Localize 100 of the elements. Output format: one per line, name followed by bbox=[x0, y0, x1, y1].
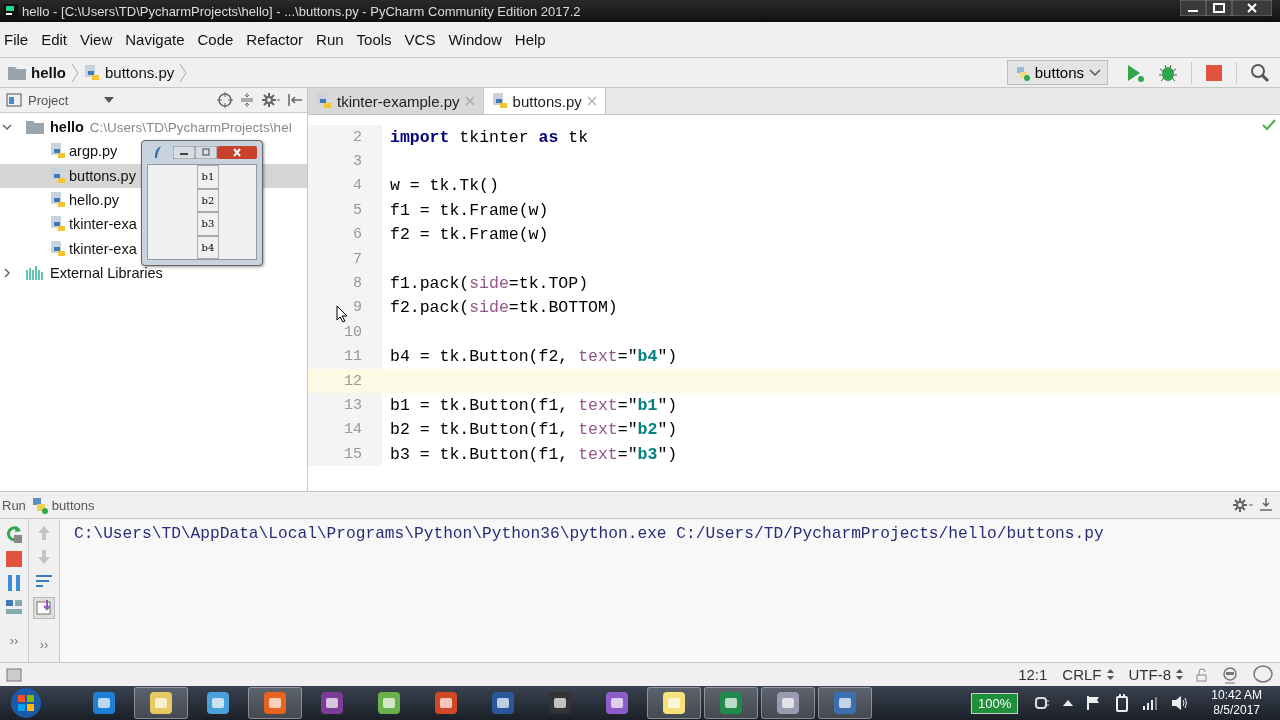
panel-title: Run bbox=[2, 497, 26, 513]
tree-item[interactable]: tkinter-exa bbox=[69, 240, 137, 257]
collapse-icon[interactable] bbox=[239, 92, 255, 108]
maximize-button[interactable] bbox=[1206, 0, 1232, 16]
minimize-button[interactable] bbox=[1180, 0, 1206, 16]
taskbar-button[interactable] bbox=[818, 687, 872, 719]
tk-button[interactable]: b2 bbox=[197, 188, 219, 212]
hide-panel-icon[interactable] bbox=[287, 92, 303, 108]
tree-item[interactable]: buttons.py bbox=[69, 167, 136, 184]
inspector-icon[interactable] bbox=[1221, 665, 1239, 684]
speech-bubble-icon[interactable] bbox=[1252, 664, 1274, 685]
menu-item[interactable]: Navigate bbox=[125, 31, 185, 48]
line-number: 2 bbox=[308, 125, 382, 150]
taskbar-button[interactable] bbox=[134, 687, 188, 719]
tk-button[interactable]: b1 bbox=[197, 165, 219, 189]
battery-indicator[interactable]: 100% bbox=[971, 692, 1019, 714]
app-icon bbox=[661, 690, 687, 716]
app-icon bbox=[433, 690, 459, 716]
tree-item[interactable]: hello.py bbox=[69, 192, 119, 209]
project-icon bbox=[6, 93, 22, 107]
run-configuration-dropdown[interactable]: buttons bbox=[1006, 60, 1108, 85]
mouse-pointer-icon bbox=[336, 305, 348, 323]
library-icon bbox=[26, 265, 44, 280]
rerun-icon[interactable] bbox=[5, 525, 23, 543]
line-number: 13 bbox=[308, 393, 382, 418]
close-button[interactable] bbox=[217, 145, 257, 159]
feather-icon bbox=[153, 145, 163, 159]
line-number: 7 bbox=[308, 246, 382, 272]
more-button[interactable]: ›› bbox=[9, 633, 19, 648]
tree-item[interactable]: tkinter-exa bbox=[69, 216, 137, 233]
plug-icon[interactable] bbox=[1032, 696, 1051, 710]
menu-item[interactable]: View bbox=[80, 31, 113, 48]
menu-item[interactable]: Tools bbox=[356, 31, 392, 48]
close-button[interactable] bbox=[1232, 0, 1272, 16]
breadcrumb-item[interactable]: buttons.py bbox=[105, 64, 175, 81]
file-encoding[interactable]: UTF-8 bbox=[1128, 666, 1171, 683]
cursor-position[interactable]: 12:1 bbox=[1018, 666, 1048, 683]
app-icon bbox=[775, 690, 801, 716]
editor-tab[interactable]: buttons.py bbox=[483, 88, 606, 114]
code-line: f2.pack(side=tk.BOTTOM) bbox=[390, 298, 618, 318]
tk-button[interactable]: b3 bbox=[197, 212, 219, 236]
console-output: C:\Users\TD\AppData\Local\Programs\Python\Python36\python.exe C:/Users/TD/PycharmProjects/hello/buttons.py bbox=[74, 525, 1104, 543]
app-icon bbox=[91, 690, 117, 716]
bug-icon[interactable] bbox=[1158, 62, 1178, 83]
line-number: 6 bbox=[308, 222, 382, 247]
tree-item[interactable]: External Libraries bbox=[50, 264, 163, 281]
signal-icon[interactable] bbox=[1142, 696, 1159, 710]
target-icon[interactable] bbox=[217, 92, 233, 108]
tk-button[interactable]: b4 bbox=[197, 235, 219, 259]
menu-item[interactable]: Refactor bbox=[246, 31, 304, 48]
dropdown-arrow-icon[interactable] bbox=[104, 97, 115, 103]
app-icon bbox=[490, 690, 516, 716]
app-icon bbox=[376, 690, 402, 716]
app-icon bbox=[262, 690, 288, 716]
panel-title[interactable]: Project bbox=[28, 92, 69, 108]
python-file-icon bbox=[50, 167, 66, 184]
menu-item[interactable]: VCS bbox=[404, 31, 436, 48]
menu-item[interactable]: Window bbox=[448, 31, 502, 48]
taskbar-button[interactable] bbox=[761, 687, 815, 719]
hide-panel-icon[interactable] bbox=[1258, 497, 1274, 513]
wrap-icon[interactable] bbox=[35, 573, 53, 589]
taskbar-button[interactable] bbox=[647, 687, 701, 719]
show-hidden-icons[interactable] bbox=[1063, 699, 1074, 707]
menu-item[interactable]: Code bbox=[197, 31, 234, 48]
taskbar-button[interactable] bbox=[248, 687, 302, 719]
speaker-icon[interactable] bbox=[1171, 695, 1190, 711]
app-icon bbox=[319, 690, 345, 716]
run-icon[interactable] bbox=[1125, 62, 1145, 83]
pause-icon[interactable] bbox=[7, 575, 21, 591]
layout-icon[interactable] bbox=[5, 599, 23, 615]
clock[interactable]: 10:42 AM 8/5/2017 bbox=[1197, 688, 1280, 718]
taskbar-button[interactable] bbox=[704, 687, 758, 719]
line-separator[interactable]: CRLF bbox=[1062, 666, 1102, 683]
search-icon[interactable] bbox=[1250, 62, 1270, 83]
menu-item[interactable]: Help bbox=[514, 31, 546, 48]
tree-item[interactable]: argp.py bbox=[69, 143, 118, 160]
menu-item[interactable]: Edit bbox=[41, 31, 68, 48]
stop-icon[interactable] bbox=[1205, 63, 1223, 82]
more-button[interactable]: ›› bbox=[39, 637, 49, 652]
lock-icon[interactable] bbox=[1196, 667, 1208, 682]
code-line: b2 = tk.Button(f1, text="b2") bbox=[390, 420, 678, 440]
python-file-icon bbox=[84, 64, 100, 81]
editor-tab[interactable]: tkinter-example.py bbox=[308, 88, 484, 114]
scroll-to-end-icon[interactable] bbox=[33, 597, 55, 619]
breadcrumb-item[interactable]: hello bbox=[31, 64, 66, 81]
menu-item[interactable]: File bbox=[4, 31, 29, 48]
power-icon[interactable] bbox=[1115, 694, 1130, 712]
app-icon bbox=[148, 690, 174, 716]
menu-item[interactable]: Run bbox=[316, 31, 344, 48]
tab-label: buttons.py bbox=[512, 92, 582, 110]
run-tab[interactable]: buttons bbox=[51, 497, 95, 513]
settings-icon[interactable] bbox=[1232, 497, 1254, 513]
app-icon bbox=[832, 690, 858, 716]
panel-toggle-icon[interactable] bbox=[6, 667, 22, 682]
start-button[interactable] bbox=[8, 686, 44, 720]
minimize-button[interactable] bbox=[173, 145, 195, 159]
tree-item[interactable]: hello bbox=[50, 119, 84, 136]
python-file-icon bbox=[50, 143, 66, 160]
settings-icon[interactable] bbox=[261, 92, 281, 108]
code-line: f1.pack(side=tk.TOP) bbox=[390, 274, 589, 294]
